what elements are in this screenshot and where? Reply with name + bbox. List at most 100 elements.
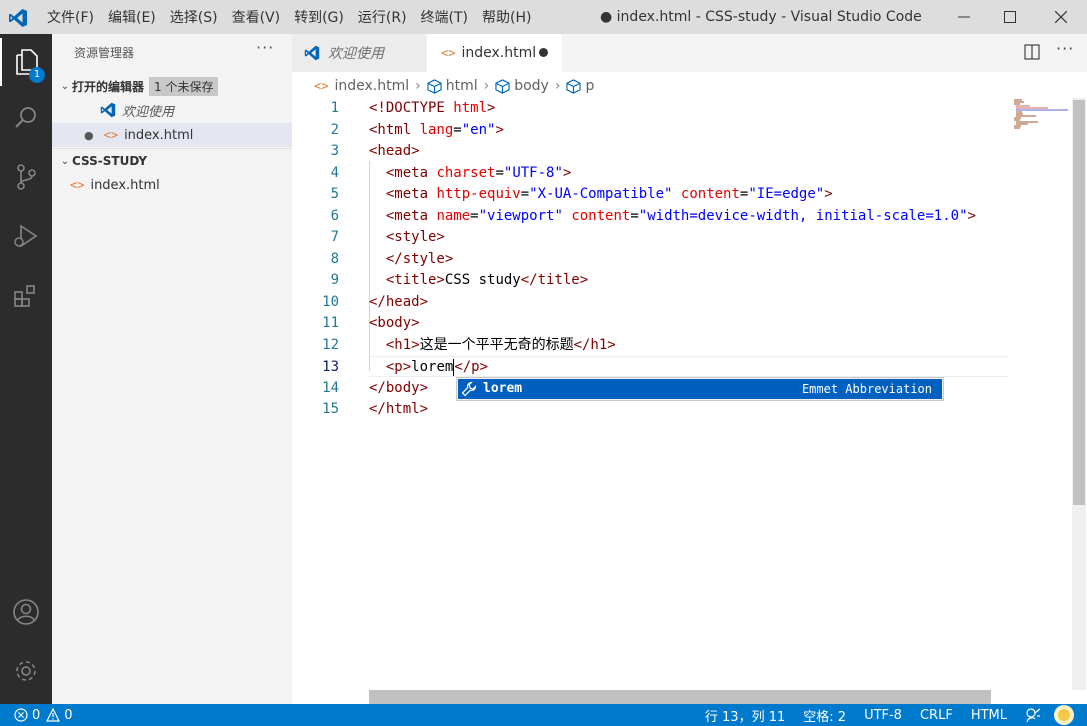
horizontal-scrollbar-thumb[interactable] [369,690,991,704]
code-token: <style> [385,229,445,245]
menu-view[interactable]: 查看(V) [225,7,288,27]
code-text: <h1>这是一个平平无奇的标题</h1> [369,335,616,356]
code-token: "viewport" [478,207,563,224]
html-file-icon: <> [70,178,85,192]
line-number: 6 [330,207,339,224]
encoding[interactable]: UTF-8 [864,708,902,723]
split-editor-icon[interactable] [1024,44,1040,60]
code-line[interactable]: 2 <html lang="en"> [292,120,1008,141]
open-editor-index[interactable]: ● <> index.html [52,123,292,147]
file-tree-item[interactable]: <> index.html [52,173,292,197]
activity-run-debug[interactable] [0,212,52,260]
code-line[interactable]: 4 <meta charset="UTF-8"> [292,163,1008,184]
code-text: </html> [369,399,428,420]
code-token: <h1> [385,336,420,353]
menu-selection[interactable]: 选择(S) [163,7,225,27]
more-actions-icon[interactable]: ··· [1056,39,1074,58]
folder-label: CSS-STUDY [72,154,148,168]
code-line[interactable]: 13 <p>lorem</p> [322,356,1008,378]
line-number: 14 [322,379,339,396]
language-mode[interactable]: HTML [971,708,1007,723]
code-line[interactable]: 6 <meta name="viewport" content="width=d… [292,206,1008,227]
open-editors-label: 打开的编辑器 [72,79,145,94]
cursor-position[interactable]: 行 13，列 11 [705,706,785,725]
line-number: 10 [322,293,339,310]
open-editor-label: 欢迎使用 [122,104,175,120]
code-line[interactable]: 15 </html> [292,399,1008,420]
activity-extensions[interactable] [0,272,52,320]
problems-indicator[interactable]: 0 0 [14,704,73,726]
code-token: </title> [520,272,589,288]
menu-go[interactable]: 转到(G) [287,7,351,27]
tab-index-html[interactable]: <> index.html [427,34,562,72]
feedback-icon[interactable] [1025,707,1041,723]
code-token: </html> [369,401,429,417]
code-line[interactable]: 9 <title>CSS study</title> [292,270,1008,291]
indentation[interactable]: 空格: 2 [803,706,846,725]
sidebar-more-button[interactable]: ··· [256,38,274,57]
code-text: </body> [369,378,428,399]
open-editors-header[interactable]: ⌄ 打开的编辑器 1 个未保存 [52,74,292,98]
code-line[interactable]: 11 <body> [292,313,1008,334]
chevron-right-icon: › [554,78,561,94]
vscode-logo-icon [304,45,320,61]
search-icon [15,107,36,128]
breadcrumb-item[interactable]: p [585,78,594,94]
notifications-bell-icon[interactable] [1053,704,1075,726]
code-token: </style> [385,250,454,267]
minimap[interactable] [1008,98,1072,690]
element-icon [495,78,510,94]
line-number: 2 [330,121,339,138]
menu-edit[interactable]: 编辑(E) [101,7,163,27]
code-text: <meta charset="UTF-8"> [369,163,571,184]
close-window-button[interactable] [1038,0,1084,34]
code-line[interactable]: 10 </head> [292,292,1008,313]
minimize-icon [958,16,970,18]
minimize-button[interactable] [941,0,987,34]
menu-terminal[interactable]: 终端(T) [414,7,475,27]
suggestion-item[interactable]: lorem Emmet Abbreviation [458,379,942,399]
breadcrumb-item[interactable]: html [446,78,478,94]
folder-header[interactable]: ⌄ CSS-STUDY [52,148,292,173]
sidebar-title: 资源管理器 [74,46,135,60]
chevron-down-icon: ⌄ [60,80,70,92]
activity-search[interactable] [0,94,52,142]
code-token: > [967,207,976,224]
open-editor-welcome[interactable]: 欢迎使用 [52,98,292,122]
vertical-scrollbar-thumb[interactable] [1073,100,1085,505]
code-text: <p>lorem</p> [369,357,488,378]
code-line[interactable]: 7 <style> [292,227,1008,248]
menu-file[interactable]: 文件(F) [40,7,101,27]
code-token: = [453,121,462,138]
code-token: name [436,207,471,224]
activity-manage[interactable] [0,647,52,695]
line-ending[interactable]: CRLF [920,708,953,723]
menu-run[interactable]: 运行(R) [351,7,414,27]
activity-accounts[interactable] [0,588,52,636]
code-line[interactable]: 3 <head> [292,141,1008,162]
code-line[interactable]: 8 </style> [292,249,1008,270]
minimap-preview [1014,99,1068,129]
suggestion-detail: Emmet Abbreviation [801,382,932,396]
menu-help[interactable]: 帮助(H) [475,7,538,27]
maximize-button[interactable] [987,0,1033,34]
title-bar: 文件(F) 编辑(E) 选择(S) 查看(V) 转到(G) 运行(R) 终端(T… [0,0,1087,34]
explorer-sidebar: 资源管理器 ··· ⌄ 打开的编辑器 1 个未保存 欢迎使用 ● <> inde… [52,34,292,704]
activity-source-control[interactable] [0,153,52,201]
breadcrumb-item[interactable]: index.html [334,78,409,94]
line-number: 12 [322,336,339,353]
code-line[interactable]: 12 <h1>这是一个平平无奇的标题</h1> [292,335,1008,356]
code-token: <head> [369,143,420,159]
code-line[interactable]: 1 <!DOCTYPE html> [292,98,1008,119]
suggest-widget: lorem Emmet Abbreviation [456,377,944,401]
code-line[interactable]: 5 <meta http-equiv="X-UA-Compatible" con… [292,184,1008,205]
unsaved-dot-icon[interactable] [539,48,548,57]
breadcrumb-item[interactable]: body [514,78,549,94]
tab-welcome[interactable]: 欢迎使用 [292,34,427,72]
activity-explorer[interactable]: 1 [0,38,52,86]
